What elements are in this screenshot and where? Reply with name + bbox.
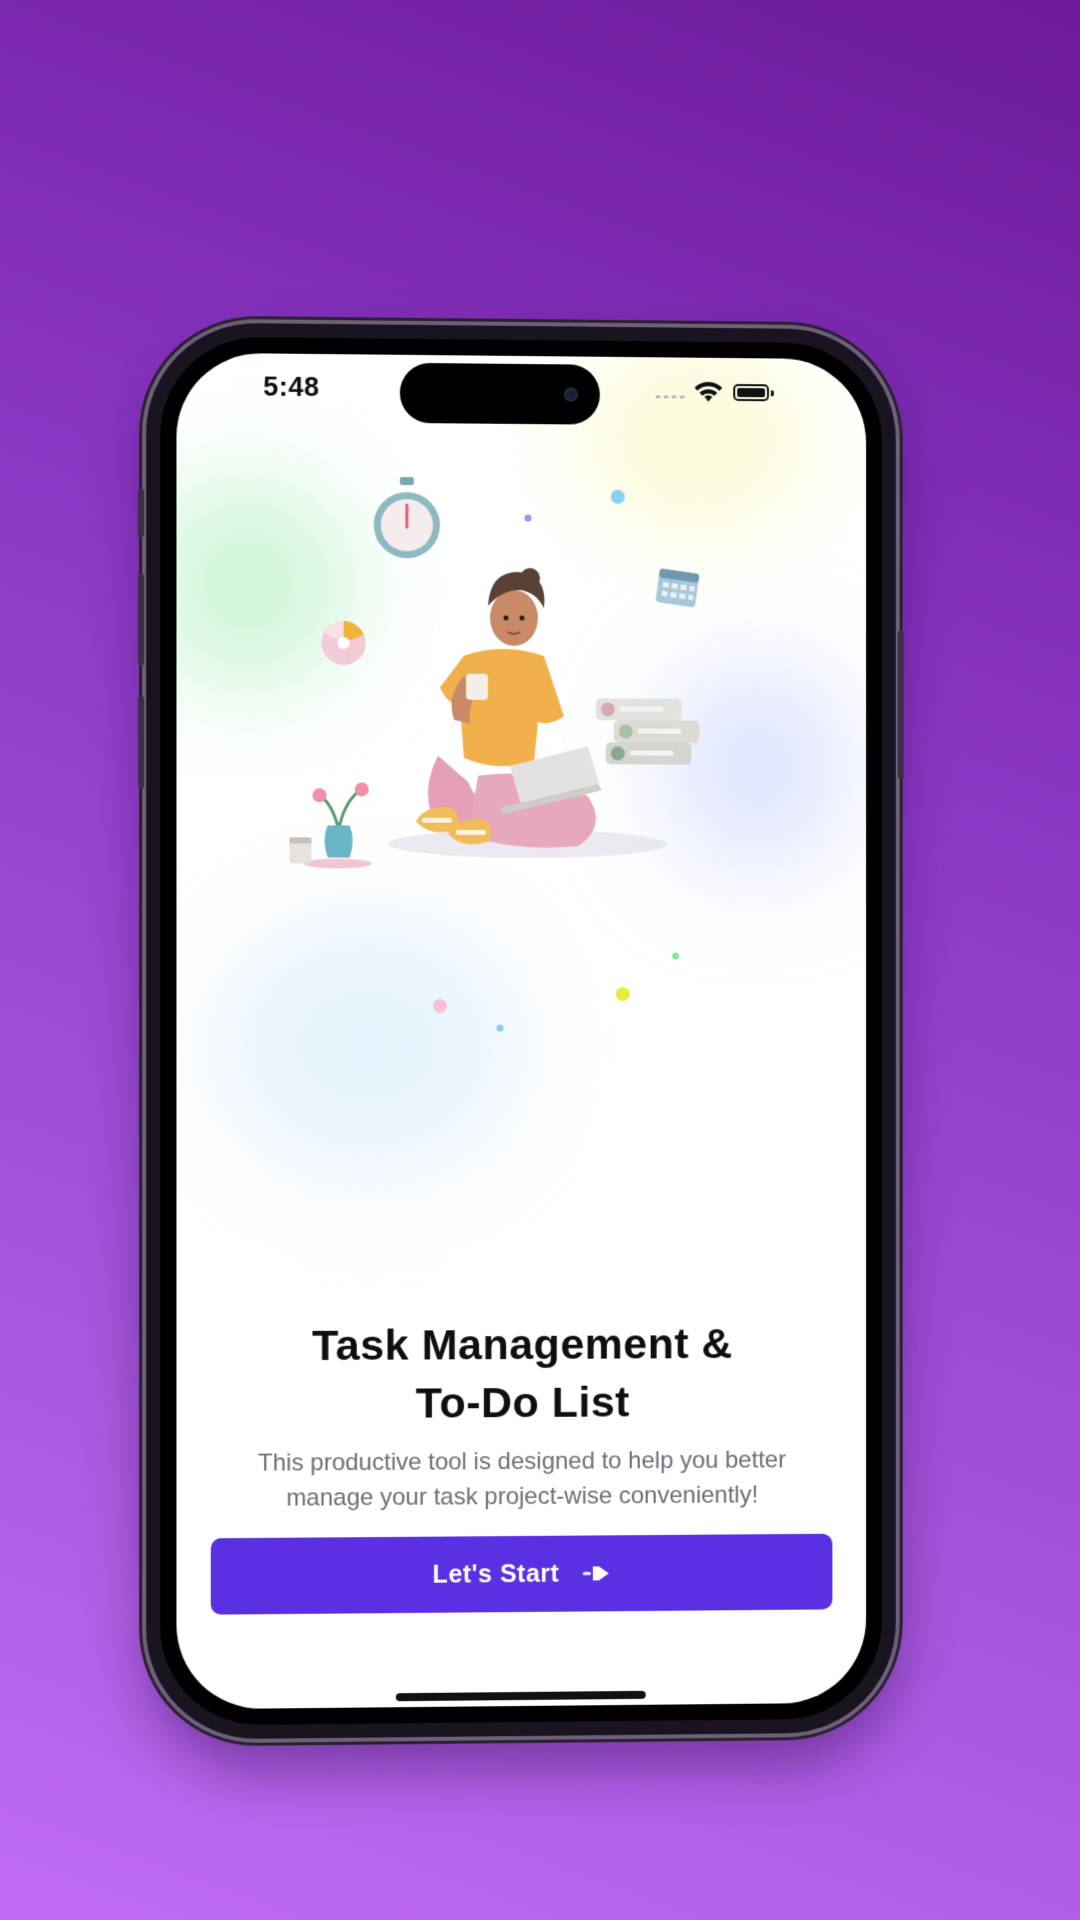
volume-down-button (138, 696, 145, 789)
onboarding-title-line1: Task Management & (311, 1320, 733, 1371)
stopwatch-icon (373, 476, 440, 559)
decor-dot (432, 998, 447, 1013)
onboarding-title-line2: To-Do List (415, 1378, 630, 1428)
arrow-right-icon (583, 1566, 610, 1581)
decor-dot (496, 1024, 504, 1032)
decor-dot (611, 490, 626, 505)
home-indicator (395, 1690, 646, 1702)
volume-up-button (138, 573, 145, 666)
phone-mockup: 5:48 Task Management & To-Do List This p… (138, 322, 904, 1740)
calendar-icon (655, 568, 700, 608)
mute-switch (138, 488, 145, 538)
app-screen: 5:48 Task Management & To-Do List This p… (176, 352, 867, 1710)
lets-start-button[interactable]: Let's Start (210, 1533, 833, 1615)
task-list-icon (595, 698, 700, 765)
power-button (897, 630, 904, 780)
pie-chart-icon (321, 620, 366, 666)
onboarding-subtitle-line1: This productive tool is designed to help… (257, 1446, 786, 1477)
onboarding-subtitle: This productive tool is designed to help… (197, 1442, 847, 1516)
onboarding-subtitle-line2: manage your task project-wise convenient… (286, 1481, 759, 1512)
person-with-laptop-illustration (289, 476, 700, 1032)
decor-dot (524, 514, 532, 522)
decor-dot (615, 987, 630, 1002)
lets-start-label: Let's Start (432, 1559, 560, 1589)
onboarding-title: Task Management & To-Do List (176, 1315, 866, 1434)
plant-vase-icon (289, 782, 372, 869)
decor-dot (672, 952, 680, 960)
